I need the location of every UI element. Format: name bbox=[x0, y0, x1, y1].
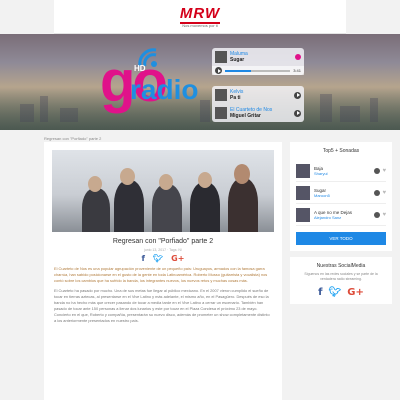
now-playing-panel: Maluma Sugar 3:41 bbox=[212, 48, 304, 75]
heart-icon[interactable]: ♥ bbox=[382, 190, 386, 196]
album-cover bbox=[215, 107, 227, 119]
up-next-item: Kelvis Pa ti bbox=[212, 86, 304, 104]
now-playing-track: Maluma Sugar bbox=[212, 48, 304, 66]
track-time: 3:41 bbox=[293, 68, 301, 73]
social-subtitle: Síguenos en las redes sociales y se part… bbox=[304, 272, 378, 281]
top5-title: Top5 + Sonadas bbox=[322, 148, 360, 154]
top5-item[interactable]: A que no me Dejas Alejandro Sanz ♥ bbox=[296, 204, 386, 226]
breadcrumb[interactable]: Regresan con "Porfiado" parte 2 bbox=[44, 136, 101, 141]
top5-artist: Maroon5 bbox=[314, 192, 330, 198]
top5-artist: Sharyul bbox=[314, 170, 328, 176]
play-button[interactable] bbox=[374, 189, 381, 196]
sidebar: Top5 + Sonadas Baja Sharyul ♥ Sugar Maro… bbox=[290, 142, 392, 310]
album-cover bbox=[296, 163, 310, 178]
social-widget: Nuestras SocialMedia Síguenos en las red… bbox=[290, 257, 392, 304]
article-paragraph: El Cuarteto de Nos es una popular agrupa… bbox=[54, 266, 268, 283]
twitter-icon[interactable]: 🐦︎ bbox=[329, 287, 342, 298]
city-skyline bbox=[0, 92, 400, 122]
top5-item[interactable]: Baja Sharyul ♥ bbox=[296, 160, 386, 182]
top5-widget: Top5 + Sonadas Baja Sharyul ♥ Sugar Maro… bbox=[290, 142, 392, 251]
share-bar: f 🐦︎ G+ bbox=[44, 254, 282, 263]
facebook-icon[interactable]: f bbox=[318, 287, 322, 298]
top5-item[interactable]: Sugar Maroon5 ♥ bbox=[296, 182, 386, 204]
logo-hd-badge: HD bbox=[134, 64, 146, 73]
album-cover bbox=[215, 51, 227, 63]
live-indicator-icon bbox=[295, 54, 301, 60]
progress-bar[interactable] bbox=[225, 69, 291, 72]
heart-icon[interactable]: ♥ bbox=[382, 168, 386, 174]
play-button[interactable] bbox=[294, 109, 301, 117]
play-button[interactable] bbox=[374, 167, 381, 174]
up-next-item: El Cuarteto de Nos Miguel Gritar bbox=[212, 104, 304, 122]
logo-radio-text: radio bbox=[130, 74, 199, 105]
ver-todo-button[interactable]: VER TODO bbox=[296, 232, 386, 245]
article-body: El Cuarteto de Nos es una popular agrupa… bbox=[54, 266, 272, 328]
article-meta: junio 13, 2017 · Tags: N/ bbox=[144, 248, 182, 252]
progress-fill bbox=[225, 69, 252, 72]
article-card: Regresan con "Porfiado" parte 2 junio 13… bbox=[44, 142, 282, 400]
heart-icon[interactable]: ♥ bbox=[382, 212, 386, 218]
google-plus-icon[interactable]: G+ bbox=[347, 287, 364, 298]
article-title: Regresan con "Porfiado" parte 2 bbox=[112, 238, 214, 245]
mrw-ad-banner[interactable]: MRW Nos movemos por ti bbox=[54, 0, 346, 34]
album-cover bbox=[296, 207, 310, 222]
album-cover bbox=[215, 89, 227, 101]
article-paragraph: El Cuarteto ha pasado por mucho. Una de … bbox=[54, 288, 270, 323]
ad-bar: MRW Nos movemos por ti bbox=[0, 0, 400, 34]
album-cover bbox=[296, 185, 310, 200]
band-photo bbox=[52, 150, 274, 232]
page: MRW Nos movemos por ti go HD radio Malum… bbox=[0, 0, 400, 400]
facebook-icon[interactable]: f bbox=[142, 254, 145, 263]
play-button[interactable] bbox=[215, 67, 222, 74]
now-playing-song: Sugar bbox=[230, 57, 245, 63]
goradio-logo[interactable]: go HD radio bbox=[100, 42, 198, 118]
twitter-icon[interactable]: 🐦︎ bbox=[153, 254, 163, 263]
google-plus-icon[interactable]: G+ bbox=[171, 254, 184, 263]
main-content: Regresan con "Porfiado" parte 2 Regresan… bbox=[0, 130, 400, 400]
up-next-song: Pa ti bbox=[230, 95, 241, 101]
up-next-panel: Kelvis Pa ti El Cuarteto de Nos Miguel G… bbox=[212, 86, 304, 122]
mrw-tagline: Nos movemos por ti bbox=[182, 22, 218, 28]
up-next-song: Miguel Gritar bbox=[230, 113, 261, 119]
social-title: Nuestras SocialMedia bbox=[316, 263, 366, 269]
social-icons: f 🐦︎ G+ bbox=[296, 287, 386, 298]
play-button[interactable] bbox=[294, 91, 301, 99]
play-button[interactable] bbox=[374, 211, 381, 218]
top5-artist: Alejandro Sanz bbox=[314, 214, 342, 220]
hero-header: go HD radio Maluma Sugar 3:41 Kelvis Pa … bbox=[0, 34, 400, 130]
mrw-logo: MRW bbox=[179, 4, 221, 24]
audio-player: 3:41 bbox=[212, 66, 304, 75]
